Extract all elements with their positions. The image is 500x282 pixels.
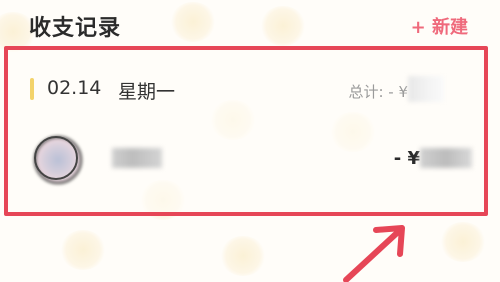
background-pattern — [60, 230, 106, 270]
record-name-redacted — [112, 148, 162, 168]
record-amount-redacted — [420, 148, 472, 168]
records-header: 收支记录 + 新建 — [0, 0, 500, 48]
avatar-frame — [34, 136, 78, 180]
record-date: 02.14 — [47, 77, 102, 99]
page-title: 收支记录 — [29, 16, 122, 41]
daily-total-label: 总计: - ¥ — [348, 83, 408, 101]
record-weekday: 星期一 — [118, 81, 176, 103]
arrow-up-right-icon — [343, 225, 405, 282]
new-record-button[interactable]: + 新建 — [411, 13, 468, 39]
daily-total-value-redacted — [408, 76, 444, 102]
date-row: 02.14 星期一 总计: - ¥ — [8, 72, 484, 108]
date-accent-bar — [30, 78, 34, 100]
record-item[interactable]: - ¥ — [8, 130, 484, 196]
record-amount-prefix: - ¥ — [393, 148, 420, 169]
record-group-card: 02.14 星期一 总计: - ¥ - ¥ — [4, 46, 488, 216]
background-pattern — [220, 236, 266, 276]
background-pattern — [440, 222, 486, 262]
